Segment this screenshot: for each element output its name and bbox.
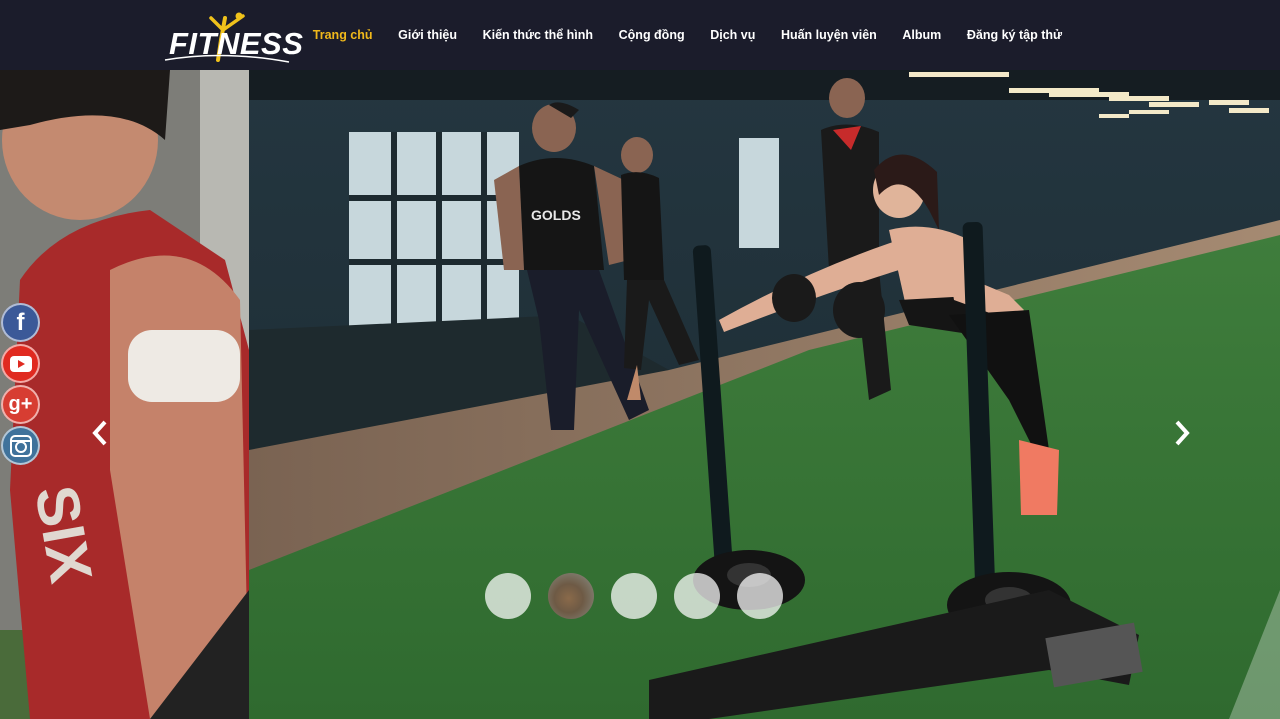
facebook-icon[interactable]: f (1, 303, 40, 342)
social-bar: f g+ (1, 303, 40, 467)
slider-prev-button[interactable] (88, 418, 112, 448)
slider-dot-2-active[interactable] (548, 573, 594, 619)
facebook-glyph: f (16, 308, 25, 336)
slider-next-button[interactable] (1170, 418, 1194, 448)
youtube-play-glyph (9, 355, 32, 372)
page: FITNESS Trang chủ Giới thiệu Kiến thức t… (0, 0, 1280, 719)
chevron-right-icon (1175, 420, 1190, 446)
youtube-icon[interactable] (1, 344, 40, 383)
header: FITNESS Trang chủ Giới thiệu Kiến thức t… (0, 0, 1280, 70)
nav-item-community[interactable]: Cộng đồng (619, 28, 685, 42)
nav-item-services[interactable]: Dịch vụ (710, 28, 755, 42)
google-plus-icon[interactable]: g+ (1, 385, 40, 424)
google-plus-glyph: g+ (8, 393, 33, 415)
slider-dot-1[interactable] (485, 573, 531, 619)
slider-dot-5[interactable] (737, 573, 783, 619)
instagram-icon[interactable] (1, 426, 40, 465)
main-slide-image: GOLDS (249, 70, 1280, 719)
slider-pagination (485, 573, 800, 619)
slider-dot-3[interactable] (611, 573, 657, 619)
nav-item-album[interactable]: Album (902, 28, 941, 42)
svg-text:GOLDS: GOLDS (531, 207, 581, 223)
slider-dot-4[interactable] (674, 573, 720, 619)
fitness-logo[interactable]: FITNESS (163, 10, 303, 68)
main-nav: Trang chủ Giới thiệu Kiến thức thể hình … (300, 0, 1075, 70)
nav-item-trainers[interactable]: Huấn luyện viên (781, 28, 877, 42)
hero-slider: SIX GOLDS f g+ (0, 70, 1280, 719)
nav-item-home[interactable]: Trang chủ (313, 28, 373, 42)
chevron-left-icon (92, 420, 107, 446)
nav-item-about[interactable]: Giới thiệu (398, 28, 457, 42)
nav-item-trial-signup[interactable]: Đăng ký tập thử (967, 28, 1062, 42)
logo-text: FITNESS (169, 26, 304, 61)
instagram-camera-glyph (9, 434, 32, 457)
nav-item-knowledge[interactable]: Kiến thức thể hình (483, 28, 593, 42)
